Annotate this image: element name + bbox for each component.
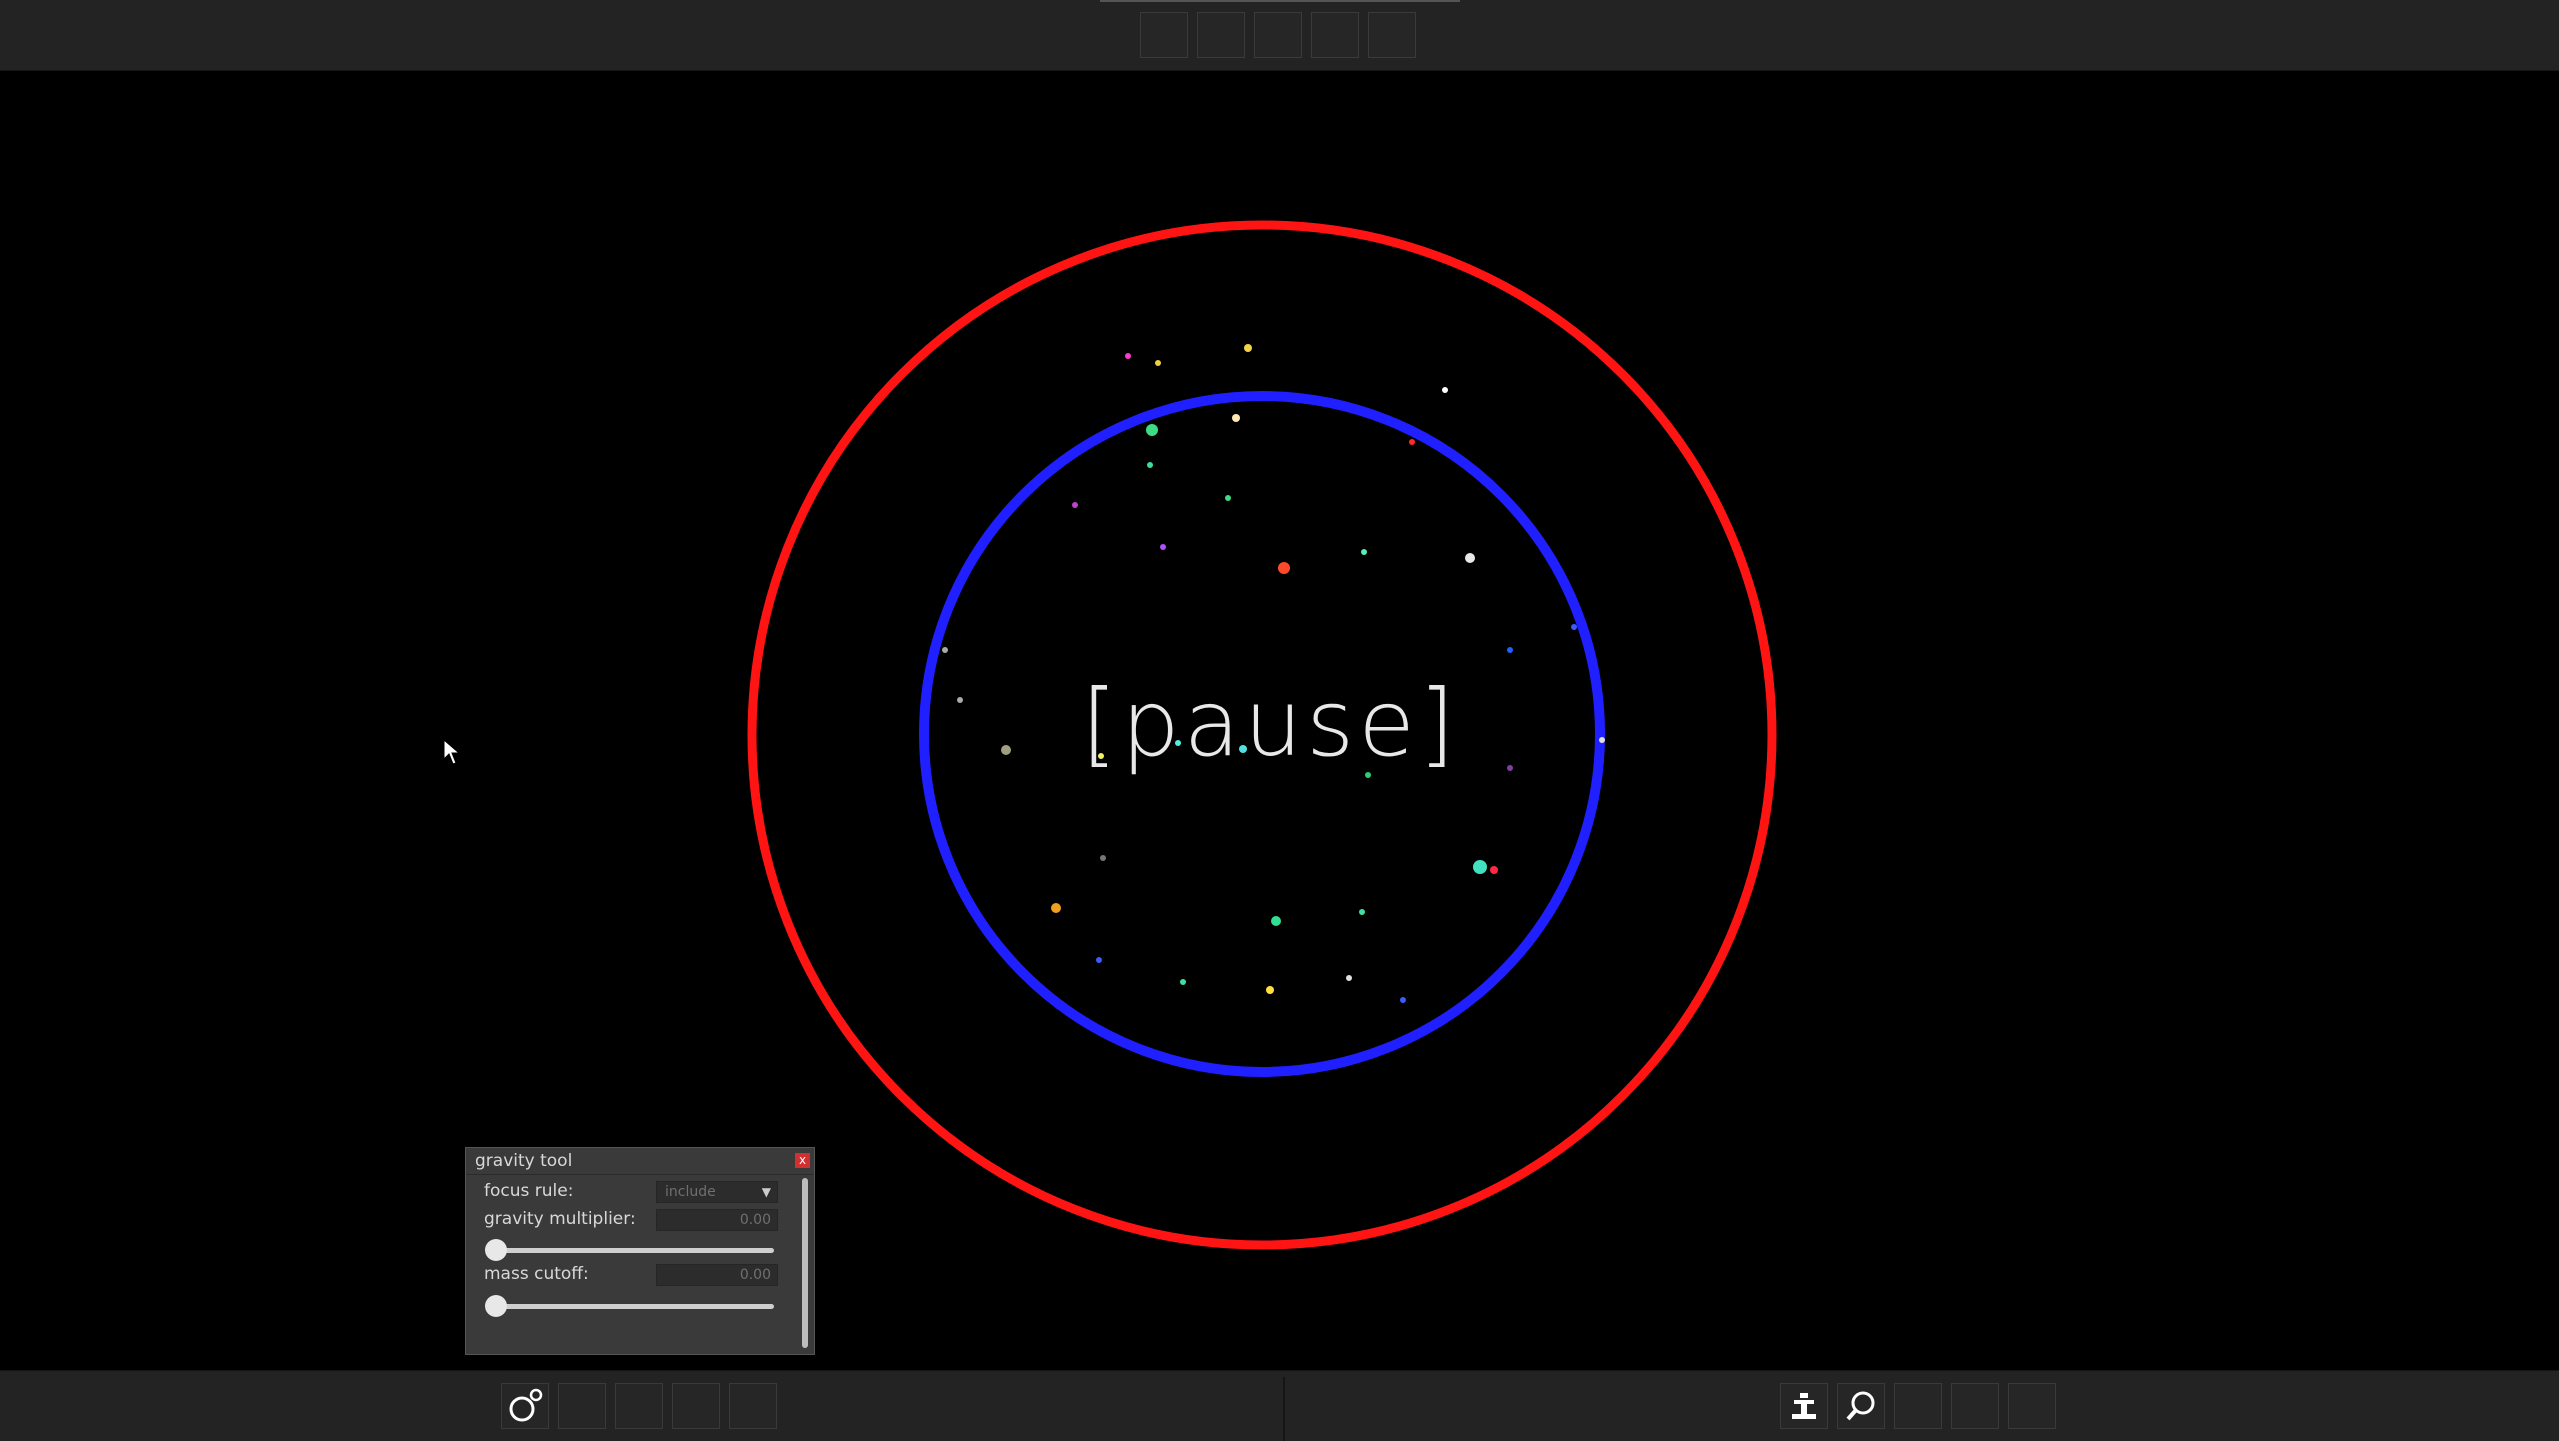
particle[interactable] [1359, 909, 1365, 915]
particle[interactable] [1400, 997, 1406, 1003]
focus-rule-value: include [665, 1184, 716, 1200]
gravity-tool-button[interactable] [501, 1383, 549, 1429]
particle[interactable] [1180, 979, 1186, 985]
particle[interactable] [1278, 562, 1290, 574]
inspect-tool-button[interactable] [1780, 1383, 1828, 1429]
particle[interactable] [1096, 957, 1102, 963]
particle[interactable] [1155, 360, 1161, 366]
panel-scrollbar[interactable] [802, 1178, 808, 1348]
bottom-right-slot-4[interactable] [1951, 1383, 1999, 1429]
focus-rule-select[interactable]: include ▼ [656, 1181, 778, 1203]
particle[interactable] [1072, 502, 1078, 508]
particle[interactable] [1001, 745, 1011, 755]
particle[interactable] [957, 697, 963, 703]
particle[interactable] [1266, 986, 1274, 994]
bottom-right-slot-5[interactable] [2008, 1383, 2056, 1429]
bottom-left-slot-4[interactable] [672, 1383, 720, 1429]
particle[interactable] [1125, 353, 1131, 359]
particle[interactable] [1232, 414, 1240, 422]
simulation-viewport[interactable]: [pause] [0, 70, 2559, 1370]
gravity-tool-icon [509, 1388, 543, 1422]
mass-cutoff-slider[interactable] [485, 1295, 774, 1317]
bottom-right-slot-3[interactable] [1894, 1383, 1942, 1429]
bottom-left-slot-3[interactable] [615, 1383, 663, 1429]
bottom-left-slot-5[interactable] [729, 1383, 777, 1429]
mouse-cursor-icon [443, 739, 461, 765]
particle[interactable] [1271, 916, 1281, 926]
mass-cutoff-field[interactable]: 0.00 [656, 1264, 778, 1286]
particle[interactable] [1599, 737, 1605, 743]
particle[interactable] [1490, 866, 1498, 874]
particle[interactable] [1225, 495, 1231, 501]
top-toolbar-slot-1[interactable] [1140, 12, 1188, 58]
particle[interactable] [1507, 647, 1513, 653]
top-toolbar-slot-2[interactable] [1197, 12, 1245, 58]
top-toolbar-slot-4[interactable] [1311, 12, 1359, 58]
inspect-tool-icon [1792, 1393, 1816, 1419]
particle[interactable] [1147, 462, 1153, 468]
toolbar-divider [1283, 1377, 1285, 1441]
particle[interactable] [1146, 424, 1158, 436]
top-toolbar-slot-3[interactable] [1254, 12, 1302, 58]
top-toolbar [0, 0, 2559, 71]
particle[interactable] [1160, 544, 1166, 550]
particle[interactable] [1442, 387, 1448, 393]
close-button[interactable]: x [795, 1153, 810, 1168]
bottom-toolbar [0, 1370, 2559, 1441]
particle[interactable] [1465, 553, 1475, 563]
gravity-multiplier-slider-thumb[interactable] [485, 1239, 507, 1261]
focus-rule-label: focus rule: [484, 1181, 574, 1201]
search-button[interactable] [1837, 1383, 1885, 1429]
gravity-tool-title: gravity tool [475, 1151, 573, 1171]
gravity-multiplier-field[interactable]: 0.00 [656, 1209, 778, 1231]
mass-cutoff-label: mass cutoff: [484, 1264, 589, 1284]
particle[interactable] [942, 647, 948, 653]
mass-cutoff-slider-thumb[interactable] [485, 1295, 507, 1317]
top-toolbar-slot-5[interactable] [1368, 12, 1416, 58]
particle[interactable] [1473, 860, 1487, 874]
particle[interactable] [1051, 903, 1061, 913]
pause-label: [pause] [1081, 670, 1459, 777]
particle[interactable] [1571, 624, 1577, 630]
top-toolbar-accent [1100, 0, 1460, 2]
gravity-tool-titlebar[interactable]: gravity tool x [466, 1148, 814, 1175]
particle[interactable] [1346, 975, 1352, 981]
particle[interactable] [1409, 439, 1415, 445]
search-icon [1846, 1391, 1875, 1421]
gravity-multiplier-slider[interactable] [485, 1239, 774, 1261]
chevron-down-icon: ▼ [761, 1185, 771, 1199]
gravity-multiplier-label: gravity multiplier: [484, 1209, 636, 1229]
gravity-tool-panel[interactable]: gravity tool x focus rule: include ▼ gra… [465, 1147, 815, 1355]
particle[interactable] [1244, 344, 1252, 352]
particle[interactable] [1100, 855, 1106, 861]
bottom-left-slot-2[interactable] [558, 1383, 606, 1429]
particle[interactable] [1361, 549, 1367, 555]
